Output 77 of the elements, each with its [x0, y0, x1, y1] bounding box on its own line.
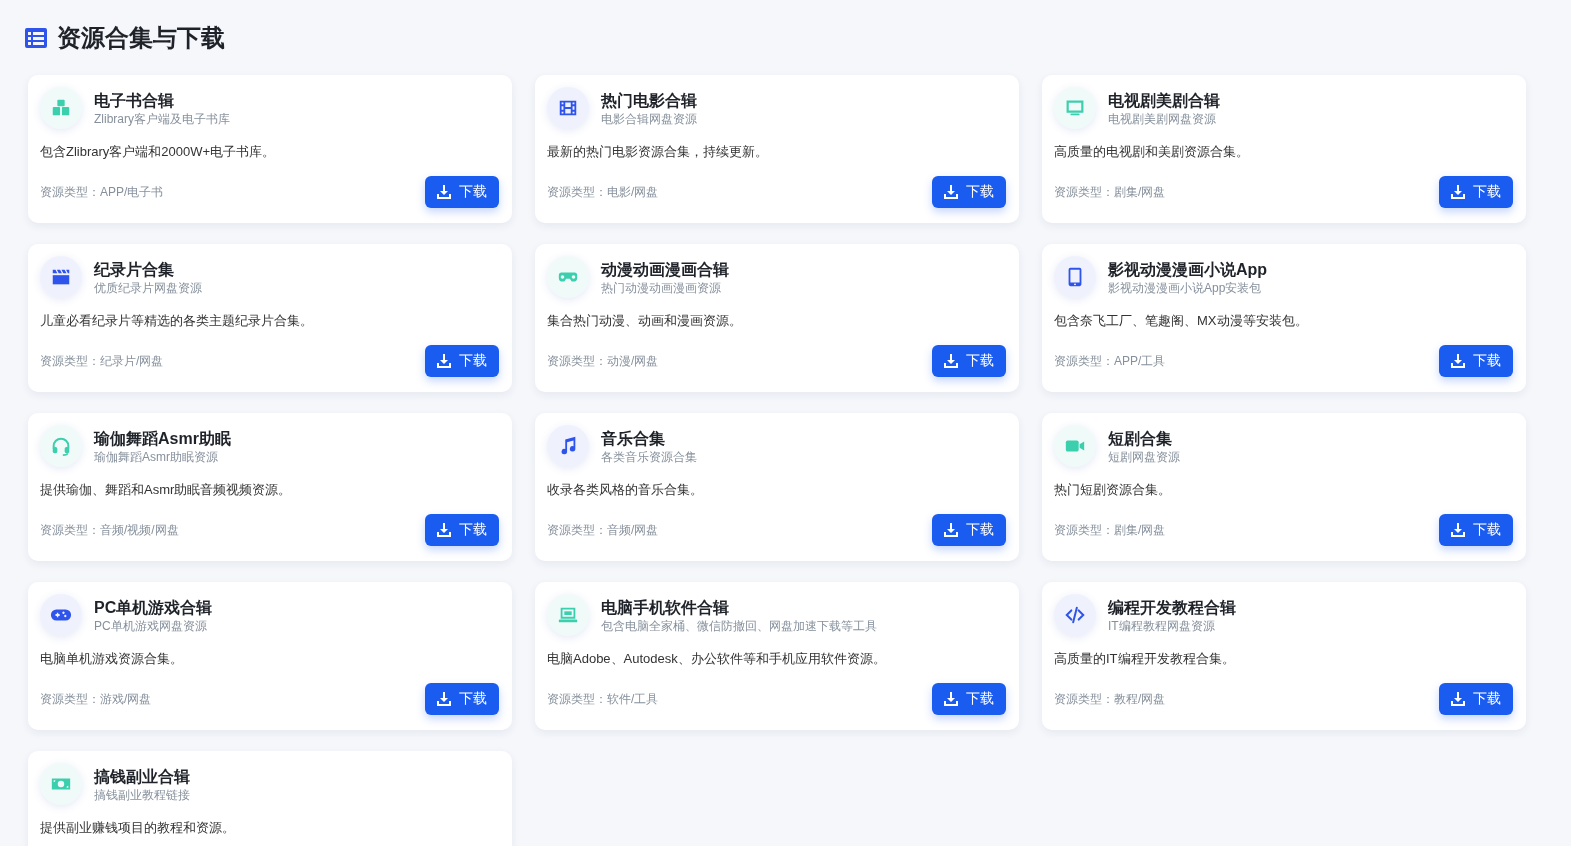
- resource-type: 资源类型：音频/视频/网盘: [40, 521, 179, 539]
- card-subtitle: 短剧网盘资源: [1108, 448, 1180, 465]
- resource-type: 资源类型：剧集/网盘: [1054, 183, 1166, 201]
- card-description: 高质量的IT编程开发教程合集。: [1054, 650, 1236, 668]
- card-description: 儿童必看纪录片等精选的各类主题纪录片合集。: [40, 312, 314, 330]
- download-button[interactable]: 下载: [425, 514, 499, 546]
- download-icon: [1451, 185, 1465, 199]
- card-title: PC单机游戏合辑: [94, 597, 213, 618]
- card-subtitle: 影视动漫漫画小说App安装包: [1108, 279, 1263, 296]
- resource-type: 资源类型：电影/网盘: [547, 183, 659, 201]
- card-description: 高质量的电视剧和美剧资源合集。: [1054, 143, 1250, 161]
- card-title: 瑜伽舞蹈Asmr助眠: [94, 428, 231, 449]
- card-title: 电视剧美剧合辑: [1108, 90, 1220, 111]
- download-button[interactable]: 下载: [932, 683, 1006, 715]
- resource-type: 资源类型：纪录片/网盘: [40, 352, 164, 370]
- download-icon: [944, 354, 958, 368]
- download-button[interactable]: 下载: [1439, 176, 1513, 208]
- page-title: 资源合集与下载: [57, 23, 225, 53]
- resource-type: 资源类型：教程/网盘: [1054, 690, 1166, 708]
- card-description: 提供副业赚钱项目的教程和资源。: [40, 819, 236, 837]
- download-icon: [437, 692, 451, 706]
- card-description: 热门短剧资源合集。: [1054, 481, 1172, 499]
- card-description: 最新的热门电影资源合集，持续更新。: [547, 143, 769, 161]
- card-subtitle: IT编程教程网盘资源: [1108, 617, 1216, 634]
- download-icon: [944, 185, 958, 199]
- card-description: 包含奈飞工厂、笔趣阁、MX动漫等安装包。: [1054, 312, 1309, 330]
- resource-type: 资源类型：音频/网盘: [547, 521, 659, 539]
- resource-type: 资源类型：剧集/网盘: [1054, 521, 1166, 539]
- download-button[interactable]: 下载: [932, 345, 1006, 377]
- list-icon: [24, 27, 48, 49]
- card-title: 电子书合辑: [94, 90, 175, 111]
- card-description: 包含Zlibrary客户端和2000W+电子书库。: [40, 143, 277, 161]
- card-title: 动漫动画漫画合辑: [601, 259, 729, 280]
- card-subtitle: 优质纪录片网盘资源: [94, 279, 202, 296]
- download-icon: [1451, 354, 1465, 368]
- download-button[interactable]: 下载: [425, 345, 499, 377]
- download-button[interactable]: 下载: [425, 683, 499, 715]
- card-title: 电脑手机软件合辑: [601, 597, 730, 618]
- card-subtitle: PC单机游戏网盘资源: [94, 617, 208, 634]
- card-subtitle: 瑜伽舞蹈Asmr助眠资源: [94, 448, 219, 465]
- download-button[interactable]: 下载: [932, 176, 1006, 208]
- card-subtitle: 热门动漫动画漫画资源: [601, 279, 722, 296]
- card-title: 搞钱副业合辑: [94, 766, 190, 787]
- download-icon: [1451, 692, 1465, 706]
- card-subtitle: 搞钱副业教程链接: [94, 786, 190, 803]
- download-icon: [944, 692, 958, 706]
- card-subtitle: 各类音乐资源合集: [601, 448, 697, 465]
- download-button[interactable]: 下载: [425, 176, 499, 208]
- card-subtitle: 电视剧美剧网盘资源: [1108, 110, 1217, 127]
- resource-type: 资源类型：APP/工具: [1054, 352, 1166, 370]
- download-button[interactable]: 下载: [1439, 514, 1513, 546]
- download-icon: [944, 523, 958, 537]
- card-description: 电脑单机游戏资源合集。: [40, 650, 184, 668]
- card-description: 收录各类风格的音乐合集。: [547, 481, 704, 499]
- card-subtitle: Zlibrary客户端及电子书库: [94, 110, 230, 127]
- resource-type: 资源类型：游戏/网盘: [40, 690, 152, 708]
- card-description: 集合热门动漫、动画和漫画资源。: [547, 312, 743, 330]
- resource-type: 资源类型：APP/电子书: [40, 183, 164, 201]
- download-icon: [437, 523, 451, 537]
- resource-type: 资源类型：软件/工具: [547, 690, 659, 708]
- card-subtitle: 包含电脑全家桶、微信防撤回、网盘加速下载等工具: [601, 617, 877, 634]
- card-title: 编程开发教程合辑: [1108, 597, 1236, 618]
- card-title: 热门电影合辑: [601, 90, 697, 111]
- card-subtitle: 电影合辑网盘资源: [601, 110, 697, 127]
- download-button[interactable]: 下载: [1439, 683, 1513, 715]
- download-button[interactable]: 下载: [1439, 345, 1513, 377]
- card-title: 纪录片合集: [94, 259, 175, 280]
- card-title: 影视动漫漫画小说App: [1108, 259, 1268, 280]
- card-description: 电脑Adobe、Autodesk、办公软件等和手机应用软件资源。: [547, 650, 887, 668]
- download-icon: [437, 185, 451, 199]
- card-description: 提供瑜伽、舞蹈和Asmr助眠音频视频资源。: [40, 481, 293, 499]
- download-icon: [1451, 523, 1465, 537]
- download-icon: [437, 354, 451, 368]
- card-title: 短剧合集: [1108, 428, 1173, 449]
- resource-type: 资源类型：动漫/网盘: [547, 352, 659, 370]
- card-title: 音乐合集: [601, 428, 666, 449]
- download-button[interactable]: 下载: [932, 514, 1006, 546]
